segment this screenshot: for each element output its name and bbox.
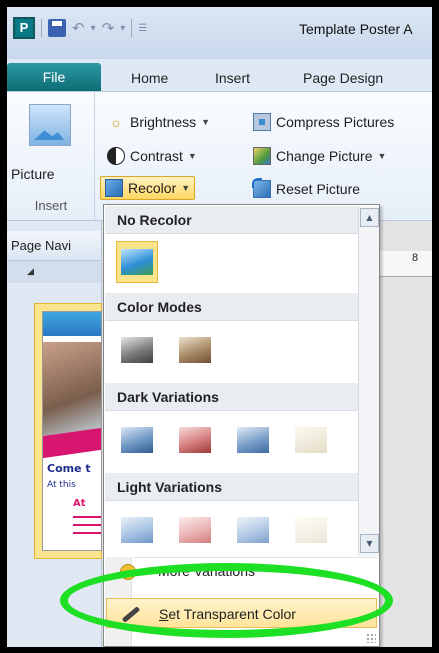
scroll-up-icon[interactable]: ▲: [360, 208, 379, 227]
swatch-image: [179, 337, 211, 363]
chevron-down-icon: ▼: [201, 117, 211, 127]
ribbon: Picture Insert ☼ Brightness ▼ Contrast ▼…: [7, 91, 432, 221]
reset-picture-icon: [252, 178, 271, 198]
swatch-image: [121, 337, 153, 363]
section-no-recolor: No Recolor: [105, 206, 358, 234]
swatch-image: [121, 517, 153, 543]
tab-insert[interactable]: Insert: [215, 65, 250, 91]
quick-access-toolbar: P ↶ ▾ ↷ ▾ ☰: [13, 17, 147, 39]
scrollbar-track[interactable]: [361, 230, 378, 530]
swatch-grayscale[interactable]: [116, 329, 158, 371]
change-picture-icon: [253, 147, 271, 165]
brightness-label: Brightness: [130, 114, 197, 130]
title-bar: P ↶ ▾ ↷ ▾ ☰ Template Poster A: [7, 7, 432, 59]
tab-page-design[interactable]: Page Design: [303, 65, 383, 91]
redo-icon[interactable]: ↷: [102, 19, 115, 37]
swatch-image: [179, 517, 211, 543]
section-color-modes: Color Modes: [105, 293, 358, 321]
collapse-triangle-icon[interactable]: ◢: [7, 261, 101, 283]
brightness-button[interactable]: ☼ Brightness ▼: [107, 110, 211, 134]
thumb-headline: Come t: [47, 462, 91, 475]
page-thumbnail: Come t At this At: [42, 311, 102, 551]
chevron-down-icon: ▼: [377, 151, 387, 161]
section-dark-variations: Dark Variations: [105, 383, 358, 411]
thumb-line: [73, 524, 101, 526]
chevron-down-icon: ▼: [187, 151, 197, 161]
ruler-mark: 8: [412, 252, 419, 264]
resize-grip-icon[interactable]: [366, 633, 376, 643]
swatch-light-steel[interactable]: [232, 509, 274, 551]
contrast-button[interactable]: Contrast ▼: [107, 144, 197, 168]
swatch-dark-red[interactable]: [174, 419, 216, 461]
thumb-line: [73, 532, 101, 534]
horizontal-ruler: 8: [374, 251, 432, 277]
redo-dropdown-icon[interactable]: ▾: [120, 23, 125, 34]
swatch-image: [237, 517, 269, 543]
swatch-dark-blue[interactable]: [116, 419, 158, 461]
swatch-light-blue[interactable]: [116, 509, 158, 551]
thumb-photo: [43, 342, 101, 437]
change-picture-button[interactable]: Change Picture ▼: [253, 144, 386, 168]
swatch-image: [179, 427, 211, 453]
compress-pictures-button[interactable]: Compress Pictures: [253, 110, 394, 134]
recolor-label: Recolor: [128, 180, 177, 196]
ribbon-tabs: File Home Insert Page Design: [7, 59, 432, 91]
save-icon[interactable]: [48, 19, 66, 37]
swatch-image: [237, 427, 269, 453]
swatch-image: [295, 517, 327, 543]
menu-separator: [134, 557, 378, 558]
recolor-icon: [105, 179, 123, 197]
recolor-button[interactable]: Recolor ▼: [100, 176, 196, 200]
toolbar-separator: [41, 19, 42, 37]
thumb-subline: At this: [47, 480, 76, 490]
compress-pictures-icon: [253, 113, 271, 131]
change-picture-label: Change Picture: [276, 148, 373, 164]
swatch-no-recolor[interactable]: [116, 241, 158, 283]
swatch-image: [121, 249, 153, 275]
contrast-icon: [107, 147, 125, 165]
tab-file[interactable]: File: [7, 63, 101, 91]
undo-icon[interactable]: ↶: [72, 19, 85, 37]
reset-picture-label: Reset Picture: [276, 181, 361, 197]
publisher-window: P ↶ ▾ ↷ ▾ ☰ Template Poster A File Home …: [7, 7, 432, 647]
insert-group-label: Insert: [34, 198, 68, 213]
chevron-down-icon: ▼: [181, 183, 191, 193]
contrast-label: Contrast: [130, 148, 183, 164]
brightness-icon: ☼: [109, 114, 123, 130]
swatch-light-cream[interactable]: [290, 509, 332, 551]
thumb-at-text: At: [73, 498, 86, 509]
scroll-down-icon[interactable]: ▼: [360, 534, 379, 553]
picture-icon[interactable]: [29, 104, 71, 146]
tab-home[interactable]: Home: [131, 65, 168, 91]
thumb-line: [73, 516, 101, 518]
customize-toolbar-icon[interactable]: ☰: [138, 23, 147, 34]
thumb-header-band: [43, 312, 101, 336]
swatch-image: [121, 427, 153, 453]
highlight-ellipse: [60, 563, 393, 638]
window-title: Template Poster A: [299, 21, 413, 37]
swatch-sepia[interactable]: [174, 329, 216, 371]
swatch-image: [295, 427, 327, 453]
section-light-variations: Light Variations: [105, 473, 358, 501]
publisher-app-icon[interactable]: P: [13, 17, 35, 39]
compress-pictures-label: Compress Pictures: [276, 114, 395, 130]
insert-group: Picture Insert: [7, 92, 95, 220]
gallery-scrollbar[interactable]: ▲ ▼: [358, 206, 379, 556]
page-navigation-header: Page Navi: [7, 231, 101, 261]
swatch-light-red[interactable]: [174, 509, 216, 551]
picture-button[interactable]: Picture: [11, 166, 91, 182]
toolbar-separator: [131, 19, 133, 37]
reset-picture-button[interactable]: Reset Picture: [252, 177, 361, 201]
swatch-dark-cream[interactable]: [290, 419, 332, 461]
page-thumbnail-selected[interactable]: Come t At this At: [34, 303, 102, 559]
swatch-dark-steel[interactable]: [232, 419, 274, 461]
undo-dropdown-icon[interactable]: ▾: [91, 23, 96, 34]
